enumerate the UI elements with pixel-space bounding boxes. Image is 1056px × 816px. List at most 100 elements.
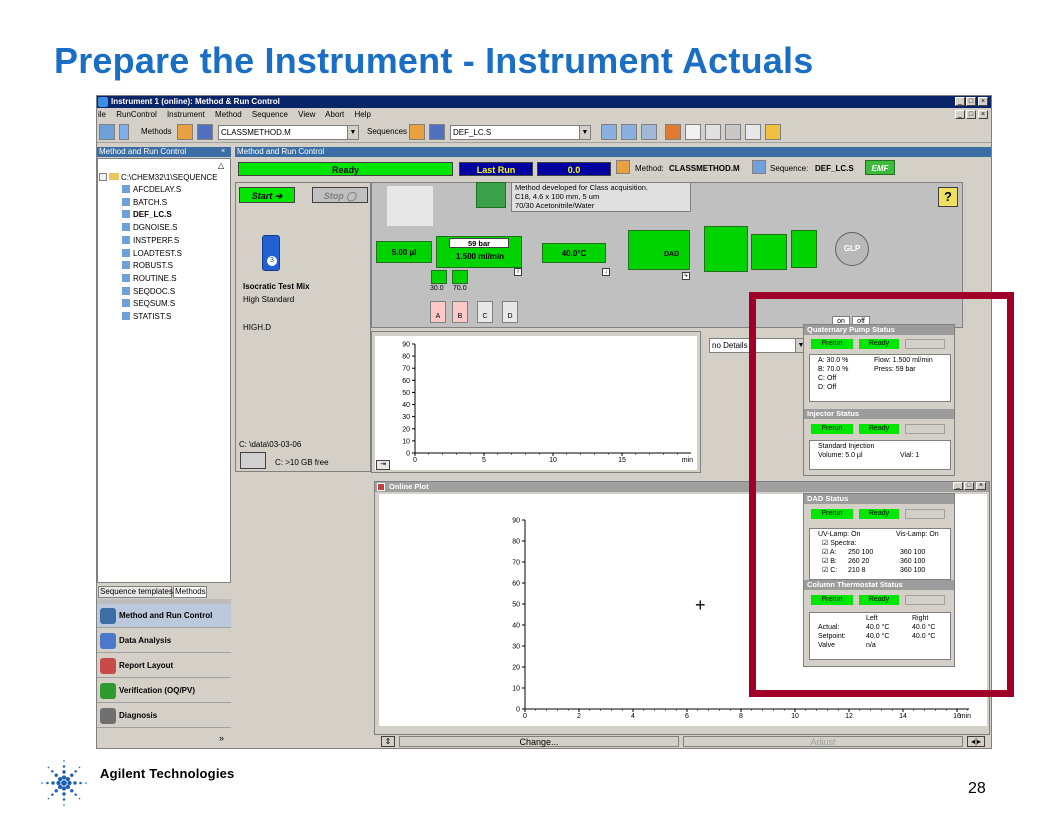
preview-icon[interactable] — [705, 124, 721, 140]
menu-runcontrol[interactable]: RunControl — [116, 110, 156, 119]
emf-badge[interactable]: EMF — [865, 160, 895, 175]
doc-close-button[interactable]: × — [978, 110, 988, 119]
sequence-label: Sequence: — [770, 164, 809, 173]
adjust-button[interactable]: Adjust — [683, 736, 963, 747]
y-tick-label: 90 — [402, 342, 410, 349]
tree-item[interactable]: STATIST.S — [122, 311, 182, 324]
balance-icon[interactable] — [751, 234, 787, 270]
method-combo-value: CLASSMETHOD.M — [221, 128, 291, 137]
nav-item[interactable]: Diagnosis — [97, 704, 231, 728]
report-icon[interactable] — [791, 230, 817, 268]
column-module[interactable]: 40.0°C — [542, 243, 606, 263]
bottle-b[interactable]: B — [452, 301, 468, 323]
tree-item[interactable]: LOADTEST.S — [122, 248, 182, 261]
sequence-file-icon — [122, 197, 130, 206]
vial-icon[interactable] — [119, 124, 129, 140]
help-button[interactable]: ? — [938, 187, 958, 207]
highlight-frame — [749, 292, 1014, 697]
checklist-icon[interactable] — [745, 124, 761, 140]
view-layout-1-icon[interactable] — [601, 124, 617, 140]
logo-dot — [61, 775, 67, 780]
tree-root[interactable]: C:\CHEM32\1\SEQUENCE — [99, 172, 217, 185]
view-layout-3-icon[interactable] — [641, 124, 657, 140]
book-icon[interactable] — [665, 124, 681, 140]
nav-item[interactable]: Report Layout — [97, 654, 231, 678]
menu-bar: ile RunControl Instrument Method Sequenc… — [97, 108, 991, 121]
instrument-icon[interactable] — [99, 124, 115, 140]
tree-item[interactable]: SEQSUM.S — [122, 298, 182, 311]
nav-item[interactable]: Verification (OQ/PV) — [97, 679, 231, 703]
signal-plot-expand-icon[interactable]: ⇥ — [376, 460, 390, 470]
load-method-icon[interactable] — [177, 124, 193, 140]
hand-icon[interactable] — [765, 124, 781, 140]
injector-module[interactable]: 5.00 µl — [376, 241, 432, 263]
nav-item[interactable]: Method and Run Control — [97, 604, 231, 628]
column-info-icon[interactable]: ↓ — [602, 268, 610, 276]
menu-abort[interactable]: Abort — [325, 110, 344, 119]
plot-area — [375, 336, 697, 470]
sequence-combo[interactable]: DEF_LC.S ▼ — [450, 125, 591, 140]
doc-minimize-button[interactable]: _ — [955, 110, 965, 119]
sample-name: Isocratic Test Mix — [243, 282, 310, 291]
nav-item[interactable]: Data Analysis — [97, 629, 231, 653]
scroll-horizontal-icon[interactable]: ◂|▸ — [967, 736, 985, 747]
y-tick-label: 40 — [402, 402, 410, 409]
menu-instrument[interactable]: Instrument — [167, 110, 205, 119]
pump-info-icon[interactable]: i — [514, 268, 522, 276]
chromatogram-icon[interactable] — [704, 226, 748, 272]
tree-item[interactable]: ROBUST.S — [122, 260, 182, 273]
logo-dot — [62, 792, 66, 796]
y-tick-label: 70 — [512, 560, 520, 567]
tree-item[interactable]: AFCDELAY.S — [122, 184, 182, 197]
logo-dot — [62, 770, 66, 774]
method-label: Method: — [635, 164, 664, 173]
nav-more-icon[interactable]: » — [219, 733, 224, 743]
bottle-d[interactable]: D — [502, 301, 518, 323]
left-pane-close-icon[interactable]: × — [221, 147, 231, 157]
menu-help[interactable]: Help — [355, 110, 371, 119]
y-tick-label: 20 — [402, 426, 410, 433]
menu-method[interactable]: Method — [215, 110, 242, 119]
bottle-c[interactable]: C — [477, 301, 493, 323]
close-button[interactable]: × — [978, 97, 988, 106]
dad-info-icon[interactable]: ↳ — [682, 272, 690, 280]
tree-item[interactable]: BATCH.S — [122, 197, 182, 210]
menu-sequence[interactable]: Sequence — [252, 110, 288, 119]
menu-view[interactable]: View — [298, 110, 315, 119]
view-layout-2-icon[interactable] — [621, 124, 637, 140]
save-method-icon[interactable] — [197, 124, 213, 140]
chevron-down-icon[interactable]: ▼ — [347, 126, 358, 139]
logo-dot — [85, 782, 87, 784]
change-button[interactable]: Change... — [399, 736, 679, 747]
bottle-a[interactable]: A — [430, 301, 446, 323]
sequence-file-icon — [122, 286, 130, 295]
collapse-icon[interactable] — [99, 173, 107, 181]
glp-icon[interactable]: GLP — [835, 232, 869, 266]
start-button[interactable]: Start ➔ — [239, 187, 295, 203]
doc-restore-button[interactable]: □ — [966, 110, 976, 119]
sequences-label: Sequences — [367, 127, 408, 136]
tab-methods[interactable]: Methods — [173, 586, 207, 598]
tree-item[interactable]: DEF_LC.S — [122, 209, 182, 222]
stop-button[interactable]: Stop ◯ — [312, 187, 368, 203]
tree-item[interactable]: SEQDOC.S — [122, 286, 182, 299]
tree-collapse-icon[interactable]: △ — [218, 161, 224, 170]
save-sequence-icon[interactable] — [429, 124, 445, 140]
chevron-down-icon[interactable]: ▼ — [579, 126, 590, 139]
scroll-vertical-icon[interactable]: ⇕ — [381, 736, 395, 747]
tree-item[interactable]: ROUTINE.S — [122, 273, 182, 286]
tab-sequence-templates[interactable]: Sequence templates — [98, 586, 173, 598]
print-icon[interactable] — [725, 124, 741, 140]
logo-dot — [67, 780, 72, 786]
dad-module[interactable]: DAD — [628, 230, 690, 270]
document-icon[interactable] — [685, 124, 701, 140]
tree-item[interactable]: DGNOISE.S — [122, 222, 182, 235]
load-sequence-icon[interactable] — [409, 124, 425, 140]
maximize-button[interactable]: □ — [966, 97, 976, 106]
minimize-button[interactable]: _ — [955, 97, 965, 106]
tree-item[interactable]: INSTPERF.S — [122, 235, 182, 248]
method-combo[interactable]: CLASSMETHOD.M ▼ — [218, 125, 359, 140]
menu-file[interactable]: ile — [98, 110, 106, 119]
x-tick-label: 4 — [631, 713, 635, 720]
sequence-file-icon — [122, 235, 130, 244]
